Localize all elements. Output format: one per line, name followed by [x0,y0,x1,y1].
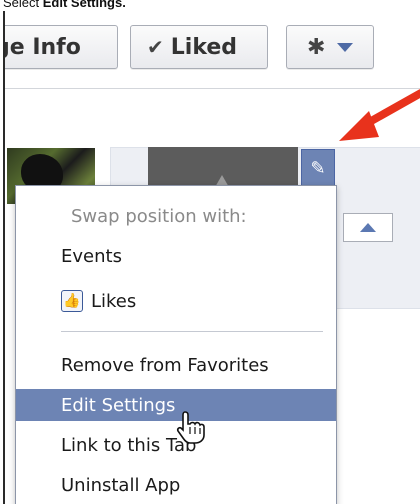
move-up-button[interactable] [343,213,393,242]
menu-divider [61,331,323,332]
menu-item-events[interactable]: Events [16,240,336,272]
gear-icon: ✱ [307,34,326,60]
menu-item-label: Remove from Favorites [61,354,269,376]
menu-item-remove-from-favorites[interactable]: Remove from Favorites [16,349,336,381]
settings-gear-button[interactable]: ✱ [286,25,374,69]
screenshot-frame: ge Info ✔ Liked ✱ ✎ Swap position with: … [3,11,420,504]
menu-item-label: Uninstall App [61,474,181,496]
annotation-arrow-icon [339,89,420,141]
triangle-up-icon [360,223,376,232]
swap-position-header: Swap position with: [71,205,247,227]
chevron-down-icon [337,42,354,52]
hand-cursor-icon [176,411,205,444]
check-icon: ✔ [147,35,164,59]
menu-item-label: Events [61,245,122,267]
page-info-button[interactable]: ge Info [5,25,118,69]
dropdown-menu: Swap position with: Events 👍 Likes Remov… [15,185,337,504]
menu-item-label: Edit Settings [61,394,176,416]
instruction-text: Select Edit Settings. [3,0,126,10]
liked-label: Liked [170,34,238,60]
like-thumb-icon: 👍 [61,290,83,312]
menu-item-label: Likes [91,290,137,312]
menu-item-uninstall-app[interactable]: Uninstall App [16,469,336,501]
page-info-label: ge Info [5,34,81,60]
liked-button[interactable]: ✔ Liked [130,25,268,69]
menu-item-likes[interactable]: 👍 Likes [16,285,336,317]
